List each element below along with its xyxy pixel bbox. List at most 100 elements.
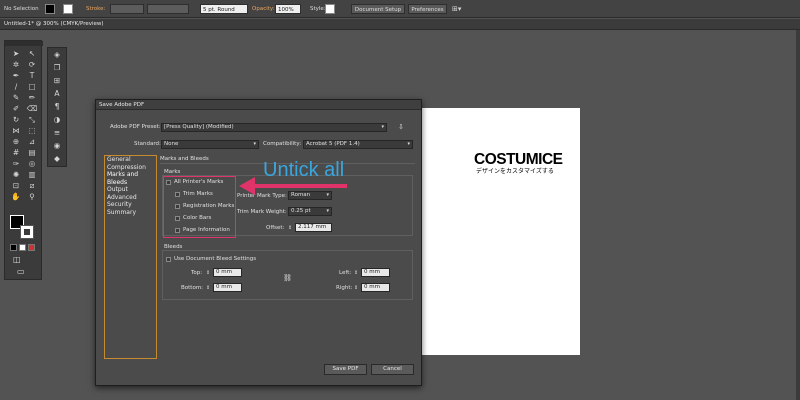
- preset-dropdown[interactable]: [Press Quality] (Modified) ▾: [161, 123, 387, 132]
- cancel-button[interactable]: Cancel: [371, 364, 414, 375]
- stroke-weight-dropdown[interactable]: [110, 4, 144, 14]
- graphic-style-swatch[interactable]: [325, 4, 335, 14]
- paragraph-icon[interactable]: ¶: [48, 100, 66, 113]
- bleed-right-stepper-icon[interactable]: ⇕: [354, 284, 358, 292]
- variable-width-dropdown[interactable]: [147, 4, 189, 14]
- chevron-down-icon: ▾: [381, 124, 384, 130]
- stroke-label[interactable]: Stroke:: [86, 4, 105, 14]
- bleed-top-input[interactable]: 0 mm: [213, 268, 242, 277]
- color-mode-icon[interactable]: [10, 244, 17, 251]
- vertical-scrollbar[interactable]: [796, 30, 800, 400]
- save-preset-icon[interactable]: ⇩: [398, 123, 404, 131]
- compatibility-dropdown[interactable]: Acrobat 5 (PDF 1.4) ▾: [303, 140, 413, 149]
- paintbrush-icon[interactable]: ✎: [8, 92, 24, 103]
- arrange-icon[interactable]: ⊞▾: [452, 4, 461, 14]
- bleed-top-stepper-icon[interactable]: ⇕: [206, 269, 210, 277]
- lasso-icon[interactable]: ⟳: [24, 59, 40, 70]
- draw-mode-icon[interactable]: ◫: [13, 255, 21, 264]
- scale-tool-icon[interactable]: ⤡: [24, 114, 40, 125]
- section-title: Marks and Bleeds: [160, 156, 209, 162]
- opacity-label[interactable]: Opacity:: [252, 4, 275, 14]
- save-pdf-dialog: Save Adobe PDF Adobe PDF Preset: [Press …: [95, 99, 422, 386]
- eyedropper-icon[interactable]: ✑: [8, 158, 24, 169]
- category-advanced[interactable]: Advanced: [105, 194, 156, 202]
- standard-dropdown[interactable]: None ▾: [161, 140, 259, 149]
- document-setup-button[interactable]: Document Setup: [351, 4, 405, 14]
- appearance-icon[interactable]: ◉: [48, 139, 66, 152]
- link-icon[interactable]: ⛓: [283, 274, 292, 282]
- rectangle-tool-icon[interactable]: □: [24, 81, 40, 92]
- character-icon[interactable]: A: [48, 87, 66, 100]
- zoom-tool-icon[interactable]: ⚲: [24, 191, 40, 202]
- bleed-bottom-input[interactable]: 0 mm: [213, 283, 242, 292]
- tools-panel: ➤ ↖ ✲ ⟳ ✒ T ∕ □ ✎ ✏ ✐ ⌫ ↻ ⤡ ⋈ ⬚ ⊕ ⊿ # ▤ ✑ ◎ ✺ ▥ ⊡ ⧄ ✋…: [4, 40, 43, 280]
- category-security[interactable]: Security: [105, 201, 156, 209]
- category-output[interactable]: Output: [105, 186, 156, 194]
- save-pdf-button[interactable]: Save PDF: [324, 364, 367, 375]
- color-panel-icon[interactable]: ◑: [48, 113, 66, 126]
- magic-wand-icon[interactable]: ✲: [8, 59, 24, 70]
- opacity-field[interactable]: 100%: [275, 4, 301, 14]
- shape-builder-icon[interactable]: ⊕: [8, 136, 24, 147]
- standard-label: Standard:: [134, 141, 161, 147]
- chevron-down-icon: ▾: [326, 208, 329, 214]
- type-tool-icon[interactable]: T: [24, 70, 40, 81]
- graph-tool-icon[interactable]: ▥: [24, 169, 40, 180]
- mesh-tool-icon[interactable]: #: [8, 147, 24, 158]
- free-transform-icon[interactable]: ⬚: [24, 125, 40, 136]
- chevron-down-icon: ▾: [407, 141, 410, 147]
- selection-tool-icon[interactable]: ➤: [8, 48, 24, 59]
- bleed-right-input[interactable]: 0 mm: [361, 283, 390, 292]
- dialog-title: Save Adobe PDF: [99, 102, 145, 108]
- slice-tool-icon[interactable]: ⧄: [24, 180, 40, 191]
- gradient-mode-icon[interactable]: [19, 244, 26, 251]
- category-marks-and-bleeds[interactable]: Marks and Bleeds: [105, 171, 156, 186]
- category-compression[interactable]: Compression: [105, 164, 156, 172]
- trim-mark-weight-label: Trim Mark Weight:: [237, 209, 287, 215]
- use-document-bleed-checkbox[interactable]: [166, 257, 171, 262]
- selection-status: No Selection: [4, 6, 39, 12]
- bleed-bottom-stepper-icon[interactable]: ⇕: [206, 284, 210, 292]
- control-bar: No Selection Stroke: 5 pt. Round Opacity…: [0, 0, 800, 18]
- perspective-grid-icon[interactable]: ⊿: [24, 136, 40, 147]
- panel-grip[interactable]: [5, 41, 43, 46]
- transform-icon[interactable]: ⊞: [48, 74, 66, 87]
- checkbox-highlight-box: [163, 176, 236, 238]
- hand-tool-icon[interactable]: ✋: [8, 191, 24, 202]
- pen-tool-icon[interactable]: ✒: [8, 70, 24, 81]
- chevron-down-icon: ▾: [253, 141, 256, 147]
- gradient-tool-icon[interactable]: ▤: [24, 147, 40, 158]
- screen-mode-icon[interactable]: ▭: [17, 267, 25, 276]
- category-general[interactable]: General: [105, 156, 156, 164]
- blob-brush-icon[interactable]: ✐: [8, 103, 24, 114]
- offset-stepper-icon[interactable]: ⇕: [288, 224, 292, 232]
- style-label: Style:: [310, 6, 326, 12]
- artboard: [419, 108, 580, 355]
- bleed-left-input[interactable]: 0 mm: [361, 268, 390, 277]
- stroke-swatch[interactable]: [63, 4, 73, 14]
- fill-swatch[interactable]: [45, 4, 55, 14]
- artboard-tool-icon[interactable]: ⊡: [8, 180, 24, 191]
- brush-dropdown[interactable]: 5 pt. Round: [200, 4, 248, 14]
- pencil-icon[interactable]: ✏: [24, 92, 40, 103]
- line-tool-icon[interactable]: ∕: [8, 81, 24, 92]
- stroke-color-box[interactable]: [20, 225, 34, 239]
- symbol-sprayer-icon[interactable]: ✺: [8, 169, 24, 180]
- graphic-styles-icon[interactable]: ◆: [48, 152, 66, 165]
- rotate-tool-icon[interactable]: ↻: [8, 114, 24, 125]
- category-summary[interactable]: Summary: [105, 209, 156, 217]
- stroke-panel-icon[interactable]: ≡: [48, 126, 66, 139]
- blend-tool-icon[interactable]: ◎: [24, 158, 40, 169]
- direct-selection-tool-icon[interactable]: ↖: [24, 48, 40, 59]
- layers-icon[interactable]: ◈: [48, 48, 66, 61]
- eraser-icon[interactable]: ⌫: [24, 103, 40, 114]
- none-mode-icon[interactable]: [28, 244, 35, 251]
- offset-input[interactable]: 2.117 mm: [295, 223, 332, 232]
- trim-mark-weight-dropdown[interactable]: 0.25 pt ▾: [288, 207, 332, 216]
- preferences-button[interactable]: Preferences: [408, 4, 447, 14]
- width-tool-icon[interactable]: ⋈: [8, 125, 24, 136]
- document-tab[interactable]: Untitled-1* @ 300% (CMYK/Preview): [4, 20, 104, 29]
- artboards-icon[interactable]: ❐: [48, 61, 66, 74]
- bleed-left-stepper-icon[interactable]: ⇕: [354, 269, 358, 277]
- offset-label: Offset:: [266, 225, 285, 231]
